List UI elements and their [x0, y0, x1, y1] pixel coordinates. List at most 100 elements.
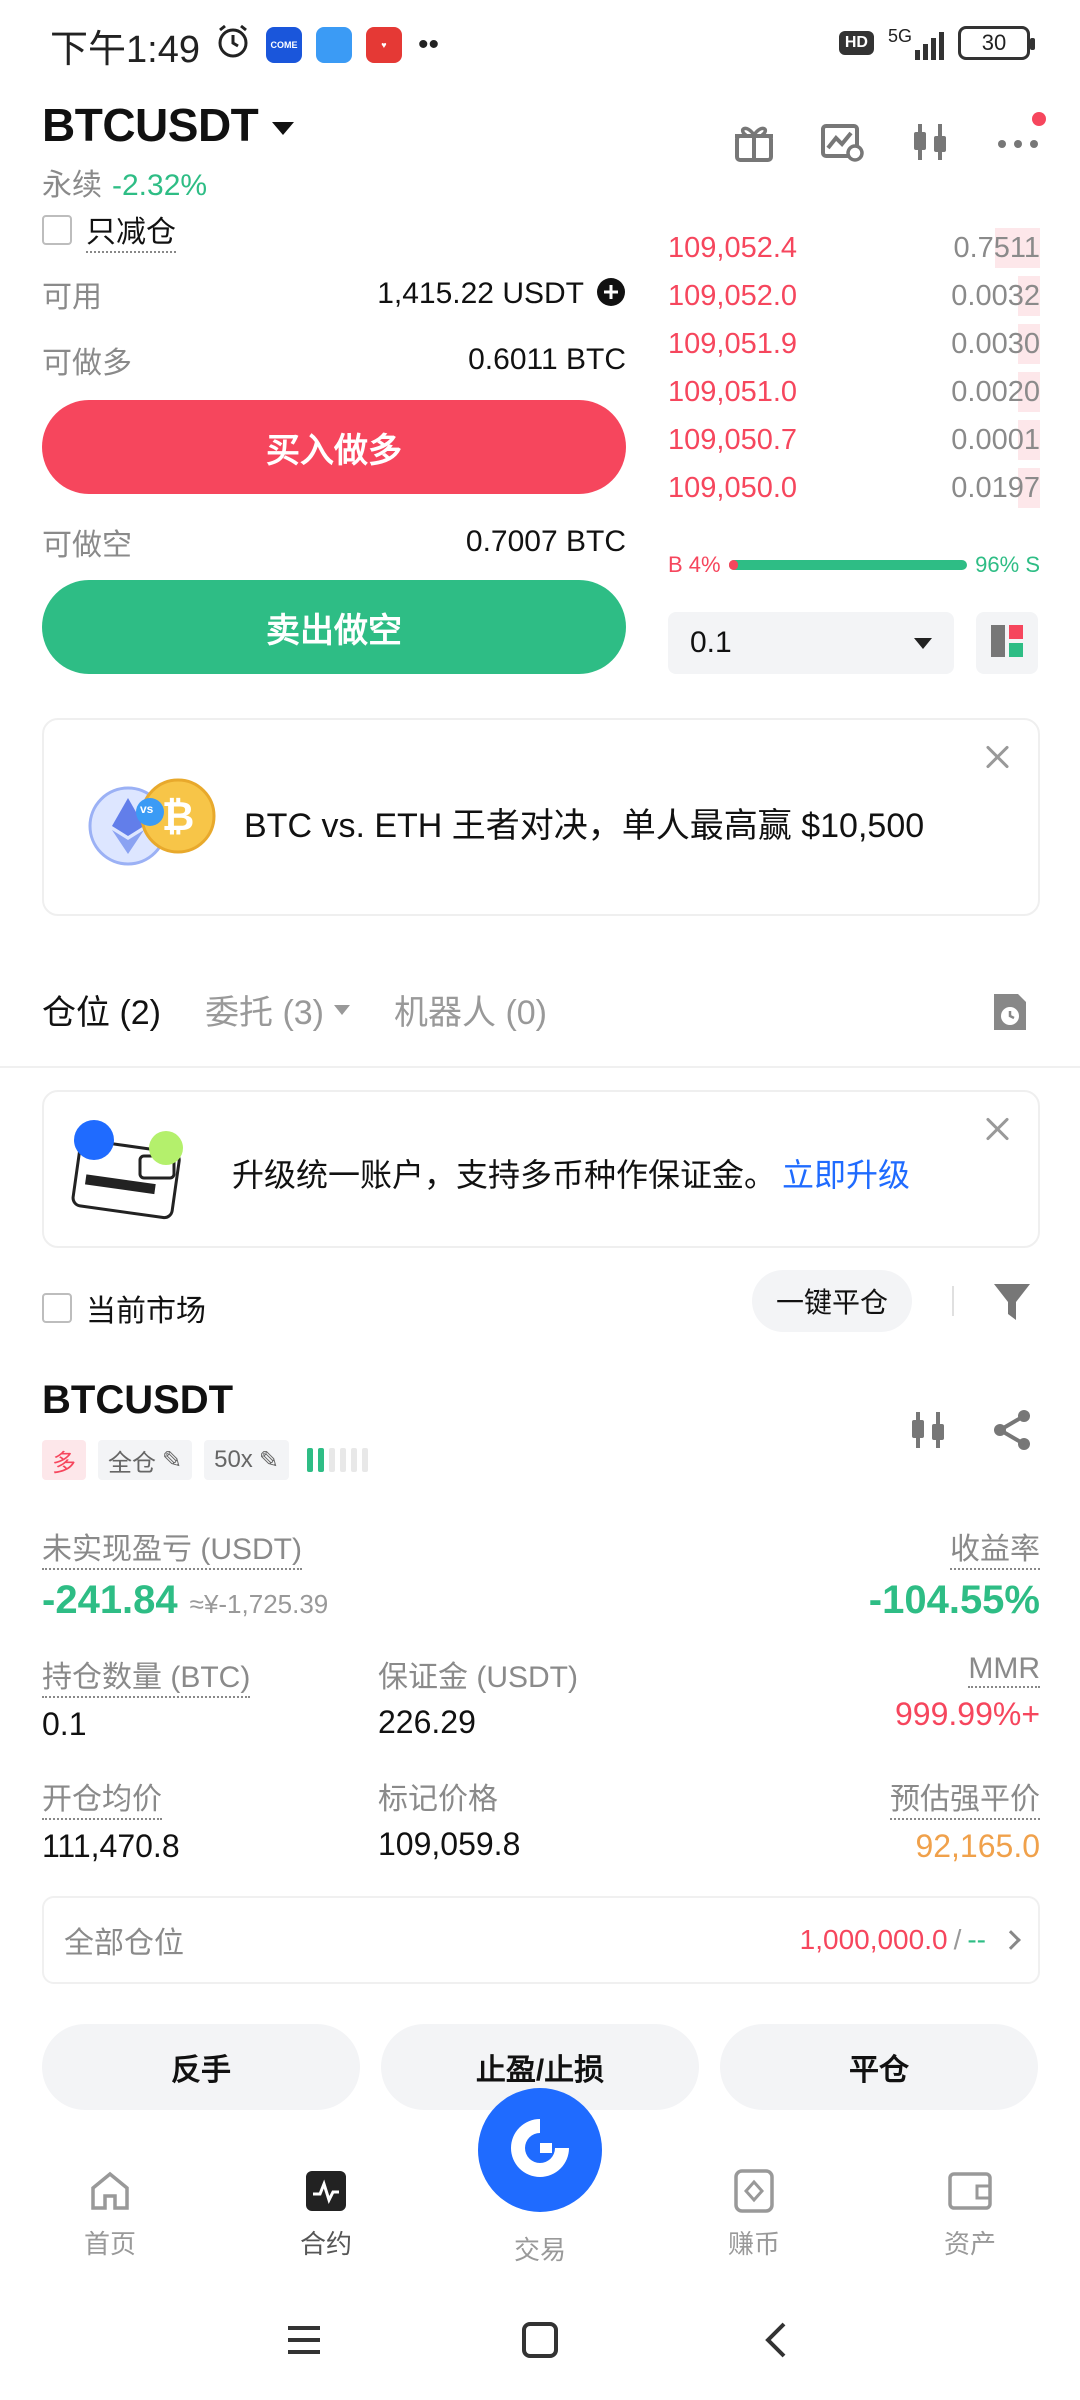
sell-ratio-label: 96% S: [975, 552, 1040, 577]
system-nav-bar: [0, 2300, 1080, 2380]
ask-price: 109,051.0: [668, 375, 798, 408]
earn-icon: [731, 2168, 777, 2214]
network-type: 5G: [887, 26, 912, 46]
wallet-icon: [66, 1110, 196, 1235]
all-positions-row[interactable]: 全部仓位 1,000,000.0 / --: [42, 1896, 1040, 1984]
orderbook-ask-row[interactable]: 109,051.0 0.0020: [668, 368, 1040, 416]
promo-vs-badge: vs: [140, 802, 154, 816]
orderbook-ask-row[interactable]: 109,052.4 0.7511: [668, 224, 1040, 272]
pnl-label: 未实现盈亏 (USDT): [42, 1524, 302, 1570]
depth-precision-select[interactable]: 0.1: [668, 612, 954, 674]
upgrade-link[interactable]: 立即升级: [782, 1157, 910, 1193]
candlestick-icon[interactable]: [908, 120, 952, 164]
status-bar: 下午1:49 COME ♥ •• HD 5G 30: [0, 0, 1080, 90]
orderbook-ask-row[interactable]: 109,050.7 0.0001: [668, 416, 1040, 464]
position-chart-icon[interactable]: [906, 1408, 950, 1457]
liquidation-price: 预估强平价 92,165.0: [890, 1774, 1040, 1865]
reverse-button[interactable]: 反手: [42, 2024, 360, 2110]
battery-level: 30: [981, 30, 1007, 55]
liq-value: 92,165.0: [915, 1828, 1040, 1864]
size-label: 持仓数量 (BTC): [42, 1652, 251, 1698]
nav-futures[interactable]: 合约: [256, 2168, 396, 2261]
mark-price: 标记价格 109,059.8: [378, 1774, 520, 1863]
ask-price: 109,052.4: [668, 231, 798, 264]
orderbook-ask-row[interactable]: 109,052.0 0.0032: [668, 272, 1040, 320]
history-icon[interactable]: [990, 990, 1030, 1039]
reduce-only-toggle[interactable]: 只减仓: [42, 207, 176, 253]
current-market-filter[interactable]: 当前市场: [42, 1286, 206, 1330]
margin-value: 226.29: [378, 1704, 476, 1740]
orderbook-layout-button[interactable]: [976, 612, 1038, 674]
ask-size: 0.0030: [951, 327, 1040, 360]
edit-icon: ✎: [162, 1446, 183, 1474]
nav-trade-button[interactable]: [478, 2088, 602, 2212]
pair-subtitle: 永续 -2.32%: [42, 160, 207, 204]
home-icon: [87, 2168, 133, 2214]
sell-short-button[interactable]: 卖出做空: [42, 580, 626, 674]
filter-icon[interactable]: [992, 1280, 1032, 1329]
position-size: 持仓数量 (BTC) 0.1: [42, 1652, 251, 1743]
menu-icon[interactable]: [284, 2320, 324, 2365]
filter-divider: [952, 1286, 954, 1316]
nav-assets-label: 资产: [943, 2229, 996, 2259]
hd-badge: HD: [838, 31, 874, 55]
promo-close-icon[interactable]: [982, 742, 1012, 772]
buy-long-button[interactable]: 买入做多: [42, 400, 626, 494]
share-icon[interactable]: [990, 1408, 1034, 1457]
upgrade-banner[interactable]: 升级统一账户，支持多币种作保证金。 立即升级: [42, 1090, 1040, 1248]
nav-trade-label: 交易: [513, 2235, 566, 2265]
reduce-only-checkbox[interactable]: [42, 215, 72, 245]
add-funds-icon[interactable]: [596, 277, 626, 312]
nav-home[interactable]: 首页: [40, 2168, 180, 2261]
home-square-icon[interactable]: [520, 2320, 560, 2365]
can-long-label: 可做多: [42, 347, 132, 380]
pair-selector[interactable]: BTCUSDT: [42, 98, 295, 152]
mmr-label: MMR: [968, 1652, 1040, 1688]
buy-ratio-label: B 4%: [668, 552, 721, 577]
available-value: 1,415.22 USDT: [377, 277, 584, 310]
position-margin: 保证金 (USDT) 226.29: [378, 1652, 578, 1741]
tab-positions[interactable]: 仓位 (2): [42, 985, 161, 1034]
status-time: 下午1:49: [50, 28, 200, 71]
ask-price: 109,050.7: [668, 423, 798, 456]
gift-icon[interactable]: [732, 120, 776, 164]
chevron-right-icon: [1001, 1930, 1021, 1950]
margin-mode-tag[interactable]: 全仓 ✎: [98, 1440, 193, 1480]
nav-earn-label: 赚币: [727, 2229, 780, 2259]
mark-value: 109,059.8: [378, 1826, 521, 1862]
position-symbol: BTCUSDT: [42, 1378, 234, 1422]
close-position-button[interactable]: 平仓: [720, 2024, 1038, 2110]
nav-assets[interactable]: 资产: [900, 2168, 1040, 2261]
orderbook-ask-row[interactable]: 109,051.9 0.0030: [668, 320, 1040, 368]
tab-orders[interactable]: 委托 (3): [205, 985, 350, 1034]
liq-label: 预估强平价: [890, 1774, 1040, 1820]
chart-settings-icon[interactable]: [820, 120, 864, 164]
tab-bots[interactable]: 机器人 (0): [394, 985, 547, 1034]
can-short-label: 可做空: [42, 529, 132, 562]
current-market-checkbox[interactable]: [42, 1293, 72, 1323]
available-label: 可用: [42, 281, 102, 314]
entry-label: 开仓均价: [42, 1774, 162, 1820]
leverage-tag[interactable]: 50x ✎: [204, 1440, 289, 1480]
close-all-button[interactable]: 一键平仓: [752, 1270, 913, 1332]
more-icon[interactable]: [996, 112, 1046, 164]
ask-size: 0.0020: [951, 375, 1040, 408]
buy-sell-ratio: B 4% 96% S: [668, 548, 1040, 582]
upgrade-message: 升级统一账户，支持多币种作保证金。: [232, 1157, 777, 1193]
position-tabs: 仓位 (2) 委托 (3) 机器人 (0): [42, 985, 547, 1034]
margin-mode-label: 全仓: [108, 1449, 156, 1477]
all-positions-value: 1,000,000.0: [799, 1924, 948, 1955]
back-icon[interactable]: [756, 2320, 796, 2365]
nav-earn[interactable]: 赚币: [684, 2168, 824, 2261]
entry-value: 111,470.8: [42, 1828, 180, 1864]
promo-banner[interactable]: ₿ vs BTC vs. ETH 王者对决，单人最高赢 $10,500: [42, 718, 1040, 916]
orderbook-ask-row[interactable]: 109,050.0 0.0197: [668, 464, 1040, 512]
header-icons: [732, 112, 1046, 164]
edit-icon: ✎: [258, 1446, 279, 1474]
upgrade-close-icon[interactable]: [982, 1114, 1012, 1144]
futures-icon: [303, 2168, 349, 2214]
caret-down-icon: [272, 122, 295, 136]
reduce-only-label: 只减仓: [86, 207, 176, 253]
promo-text: BTC vs. ETH 王者对决，单人最高赢 $10,500: [244, 807, 925, 845]
roe: 收益率 -104.55%: [869, 1524, 1040, 1623]
